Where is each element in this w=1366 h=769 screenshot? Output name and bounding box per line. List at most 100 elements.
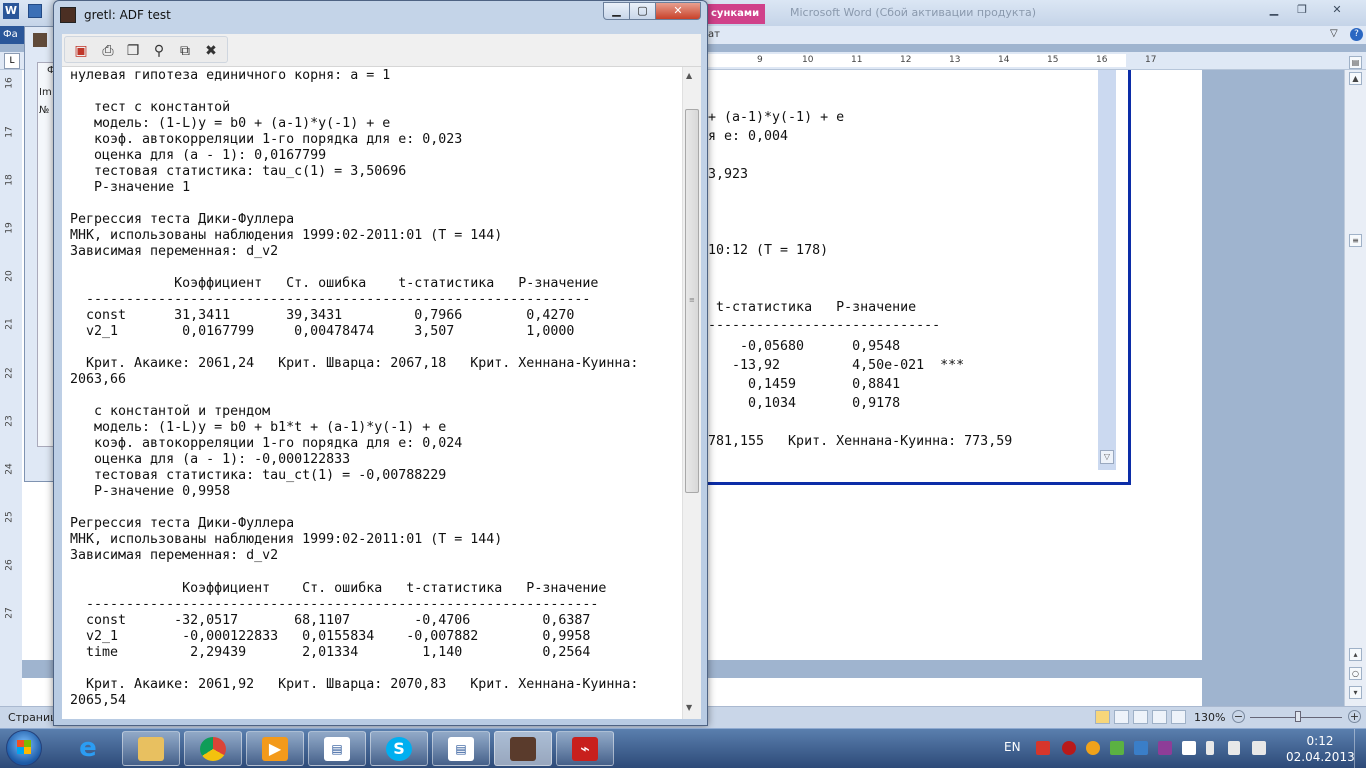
gretl-adf-window[interactable]: gretl: ADF test ▁ ▢ ✕ ▣ ⎙ ❐ ⚲ ⧉ ✖ нулева… bbox=[53, 0, 708, 726]
tab-selector[interactable]: L bbox=[4, 53, 20, 69]
close-button[interactable]: ✕ bbox=[655, 2, 701, 20]
output-text-area[interactable]: нулевая гипотеза единичного корня: a = 1… bbox=[62, 66, 701, 719]
show-desktop-button[interactable] bbox=[1354, 729, 1366, 769]
tray-network-share-icon[interactable] bbox=[1134, 741, 1148, 755]
search-icon[interactable]: ⚲ bbox=[149, 41, 169, 61]
zoom-in-button[interactable]: + bbox=[1348, 710, 1361, 723]
tray-update-icon[interactable] bbox=[1086, 741, 1100, 755]
print-layout-view-icon[interactable] bbox=[1095, 710, 1110, 724]
ruler-number: 9 bbox=[757, 55, 763, 65]
minimize-button[interactable]: ▁ bbox=[603, 2, 630, 20]
embedded-line: 0,1034 0,9178 bbox=[708, 396, 901, 411]
chrome-icon bbox=[200, 737, 226, 761]
ruler-number: 24 bbox=[4, 463, 15, 475]
help-icon[interactable]: ? bbox=[1350, 28, 1363, 41]
grip-icon: ≡ bbox=[689, 296, 695, 304]
tray-flag-icon[interactable] bbox=[1182, 741, 1196, 755]
minimize-icon[interactable]: ▁ bbox=[1262, 2, 1286, 17]
print-icon[interactable]: ⎙ bbox=[98, 41, 118, 61]
save-icon[interactable]: ▣ bbox=[71, 41, 91, 61]
embedded-line: -0,05680 0,9548 bbox=[708, 339, 901, 354]
reading-view-icon[interactable] bbox=[1114, 710, 1129, 724]
tray-security-icon[interactable] bbox=[1110, 741, 1124, 755]
background-window-label: № bbox=[39, 105, 50, 116]
ruler-number: 10 bbox=[802, 55, 814, 65]
taskbar-acrobat[interactable]: ⌁ bbox=[556, 731, 614, 766]
taskbar-word-document[interactable]: ▤ bbox=[308, 731, 366, 766]
ruler-text-area bbox=[706, 54, 1126, 67]
document-icon: ▤ bbox=[448, 737, 474, 761]
ruler-number: 27 bbox=[4, 607, 15, 619]
outline-view-icon[interactable] bbox=[1152, 710, 1167, 724]
language-indicator[interactable]: EN bbox=[1004, 740, 1021, 754]
adf-test-output[interactable]: нулевая гипотеза единичного корня: a = 1… bbox=[70, 68, 638, 709]
word-app-icon[interactable]: W bbox=[3, 3, 19, 19]
play-icon: ▶ bbox=[262, 737, 288, 761]
close-icon[interactable]: ✕ bbox=[1320, 2, 1354, 17]
ruler-number: 12 bbox=[900, 55, 912, 65]
ruler-number: 25 bbox=[4, 511, 15, 523]
draft-view-icon[interactable] bbox=[1171, 710, 1186, 724]
close-icon[interactable]: ✖ bbox=[201, 41, 221, 61]
gretl-app-icon[interactable] bbox=[60, 7, 76, 23]
zoom-level[interactable]: 130% bbox=[1194, 711, 1225, 724]
word-title: Microsoft Word (Сбой активации продукта) bbox=[790, 6, 1037, 19]
copy-icon[interactable]: ❐ bbox=[123, 41, 143, 61]
zoom-slider-thumb[interactable] bbox=[1295, 711, 1301, 722]
zoom-out-button[interactable]: − bbox=[1232, 710, 1245, 723]
toolbar-group: ▣ ⎙ ❐ ⚲ ⧉ ✖ bbox=[64, 36, 228, 63]
volume-icon[interactable] bbox=[1252, 741, 1266, 755]
taskbar-skype[interactable]: S bbox=[370, 731, 428, 766]
signal-icon[interactable] bbox=[1228, 741, 1240, 755]
maximize-icon[interactable]: ❐ bbox=[1290, 2, 1314, 17]
taskbar-file-explorer[interactable] bbox=[122, 731, 180, 766]
window-title: gretl: ADF test bbox=[84, 8, 171, 22]
ruler-number: 15 bbox=[1047, 55, 1059, 65]
chevron-down-icon[interactable]: ▽ bbox=[1330, 28, 1338, 39]
ruler-toggle-icon[interactable]: ▤ bbox=[1349, 56, 1362, 69]
gretl-icon bbox=[510, 737, 536, 761]
scroll-thumb[interactable]: ≡ bbox=[1349, 234, 1362, 247]
embedded-line: ----------------------------- bbox=[708, 318, 941, 333]
next-page-icon[interactable]: ▾ bbox=[1349, 686, 1362, 699]
start-button[interactable] bbox=[6, 730, 42, 766]
tray-onenote-icon[interactable] bbox=[1158, 741, 1172, 755]
battery-icon[interactable] bbox=[1206, 741, 1214, 755]
clock-time[interactable]: 0:12 bbox=[1300, 734, 1340, 748]
tray-opera-icon[interactable] bbox=[1062, 741, 1076, 755]
save-icon[interactable] bbox=[28, 4, 42, 18]
scroll-up-icon[interactable]: ▲ bbox=[686, 71, 692, 80]
scroll-thumb[interactable]: ≡ bbox=[685, 109, 699, 493]
taskbar-word-document-2[interactable]: ▤ bbox=[432, 731, 490, 766]
ribbon-tab-format[interactable]: ат bbox=[708, 29, 720, 40]
ruler-number: 16 bbox=[1096, 55, 1108, 65]
scroll-up-icon[interactable]: ▲ bbox=[1349, 72, 1362, 85]
embedded-scrollbar bbox=[1098, 70, 1116, 470]
scroll-down-icon[interactable]: ▼ bbox=[686, 703, 692, 712]
previous-page-icon[interactable]: ▴ bbox=[1349, 648, 1362, 661]
taskbar-gretl[interactable] bbox=[494, 731, 552, 766]
ruler-number: 14 bbox=[998, 55, 1010, 65]
embedded-line: 3,923 bbox=[708, 167, 749, 182]
status-page-count[interactable]: Страниц bbox=[8, 711, 58, 724]
taskbar-media-player[interactable]: ▶ bbox=[246, 731, 304, 766]
vertical-scrollbar[interactable]: ▲ ≡ ▼ bbox=[682, 67, 701, 719]
contextual-tab-pictures[interactable]: сунками bbox=[707, 4, 765, 24]
embedded-line: -13,92 4,50e-021 *** bbox=[708, 358, 965, 373]
skype-icon: S bbox=[386, 737, 412, 761]
maximize-button[interactable]: ▢ bbox=[629, 2, 656, 20]
windows-logo-icon bbox=[17, 747, 31, 754]
windows-list-icon[interactable]: ⧉ bbox=[175, 41, 195, 61]
taskbar-chrome[interactable] bbox=[184, 731, 242, 766]
ruler-number: 17 bbox=[1145, 55, 1157, 65]
clock-date[interactable]: 02.04.2013 bbox=[1286, 750, 1355, 764]
vertical-ruler[interactable]: 16 17 18 19 20 21 22 23 24 25 26 27 bbox=[0, 70, 23, 710]
vertical-scrollbar[interactable]: ▤ ▲ ≡ ▴ ○ ▾ bbox=[1344, 56, 1366, 710]
taskbar-internet-explorer[interactable]: e bbox=[60, 731, 118, 766]
web-layout-view-icon[interactable] bbox=[1133, 710, 1148, 724]
embedded-line: t-статистика P-значение bbox=[708, 300, 917, 315]
ruler-number: 26 bbox=[4, 559, 15, 571]
pdf-icon: ⌁ bbox=[572, 737, 598, 761]
tray-pdf-icon[interactable] bbox=[1036, 741, 1050, 755]
select-browse-object-icon[interactable]: ○ bbox=[1349, 667, 1362, 680]
